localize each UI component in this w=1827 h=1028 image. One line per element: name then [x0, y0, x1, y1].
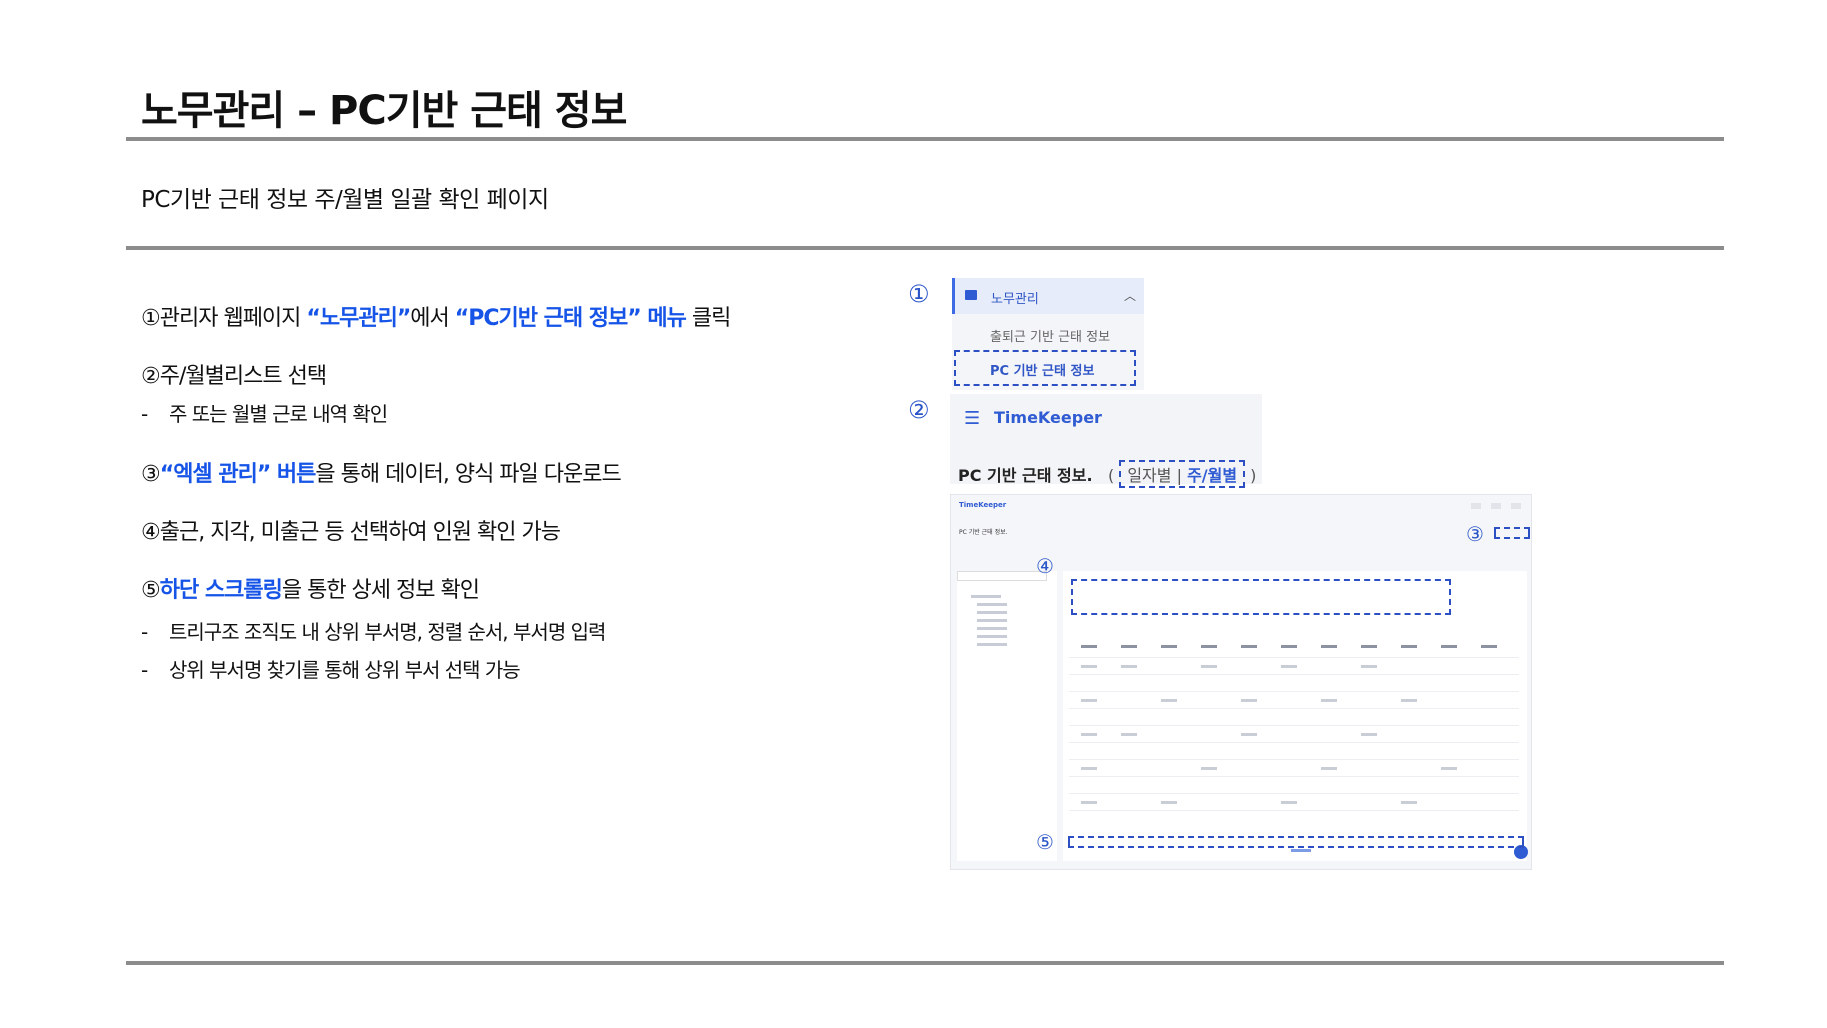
thumb-table-row: [1069, 759, 1519, 760]
screenshot-thumbnail: TimeKeeper PC 기반 근태 정보.: [950, 494, 1532, 870]
thumb-org-tree: [957, 571, 1057, 861]
page-heading: PC 기반 근태 정보.: [958, 466, 1093, 485]
thumb-tree-node: [977, 603, 1007, 606]
callout-4: ④: [1036, 554, 1054, 578]
callout-2: ②: [908, 396, 930, 424]
thumb-tool: [1511, 503, 1521, 509]
step-5: ⑤하단 스크롤링을 통한 상세 정보 확인: [141, 578, 480, 603]
step-1: ①관리자 웹페이지 “노무관리”에서 “PC기반 근태 정보” 메뉴 클릭: [141, 306, 731, 331]
tab-weekly-monthly[interactable]: 주/월별: [1187, 466, 1237, 485]
thumb-cell: [1361, 733, 1377, 736]
thumb-cell: [1161, 801, 1177, 804]
menu-panel: 노무관리 ︿ 출퇴근 기반 근태 정보 PC 기반 근태 정보: [952, 278, 1144, 390]
thumb-page-heading: PC 기반 근태 정보.: [959, 529, 1008, 536]
step-4: ④출근, 지각, 미출근 등 선택하여 인원 확인 가능: [141, 520, 561, 545]
menu-item-pc-attendance[interactable]: PC 기반 근태 정보: [990, 360, 1094, 379]
thumb-cell: [1081, 801, 1097, 804]
thumb-cell: [1201, 767, 1217, 770]
thumb-tool: [1491, 503, 1501, 509]
thumb-tree-node: [977, 619, 1007, 622]
folder-icon: [965, 290, 977, 300]
thumb-table-row: [1069, 742, 1519, 743]
thumb-cell: [1281, 801, 1297, 804]
thumb-table-row: [1069, 691, 1519, 692]
thumb-table-row: [1069, 708, 1519, 709]
thumb-table-row: [1069, 776, 1519, 777]
menu-item-commute[interactable]: 출퇴근 기반 근태 정보: [990, 326, 1110, 345]
thumb-cell: [1281, 665, 1297, 668]
page-subtitle: PC기반 근태 정보 주/월별 일괄 확인 페이지: [141, 187, 549, 213]
thumb-tool: [1471, 503, 1481, 509]
thumb-header-cell: [1481, 645, 1497, 648]
thumb-cell: [1081, 733, 1097, 736]
thumb-tree-node: [977, 627, 1007, 630]
thumb-header-cell: [1201, 645, 1217, 648]
thumb-cell: [1081, 699, 1097, 702]
hamburger-icon[interactable]: ☰: [964, 408, 980, 429]
step-5-detail-1: - 트리구조 조직도 내 상위 부서명, 정렬 순서, 부서명 입력: [141, 620, 606, 644]
thumb-cell: [1361, 665, 1377, 668]
thumb-cell: [1321, 767, 1337, 770]
brand-name: TimeKeeper: [994, 408, 1102, 427]
thumb-cell: [1201, 665, 1217, 668]
thumb-search-box: [957, 571, 1047, 581]
thumb-tree-node: [971, 595, 1001, 598]
menu-section-header[interactable]: 노무관리 ︿: [952, 278, 1144, 314]
thumb-header-cell: [1281, 645, 1297, 648]
app-bar: ☰ TimeKeeper PC 기반 근태 정보. ( 일자별 | 주/월별 ): [950, 394, 1262, 488]
thumb-cell: [1401, 699, 1417, 702]
thumb-cell: [1241, 733, 1257, 736]
thumb-cell: [1241, 699, 1257, 702]
tab-daily[interactable]: 일자별: [1127, 466, 1171, 485]
callout-3: ③: [1466, 522, 1484, 546]
thumb-table-row: [1069, 674, 1519, 675]
chevron-up-icon: ︿: [1123, 289, 1136, 303]
divider-bottom: [126, 961, 1724, 965]
thumb-cell: [1081, 767, 1097, 770]
thumb-cell: [1121, 665, 1137, 668]
thumb-table-row: [1069, 793, 1519, 794]
thumb-header-cell: [1081, 645, 1097, 648]
thumb-cell: [1441, 767, 1457, 770]
thumb-header-cell: [1241, 645, 1257, 648]
thumb-header-cell: [1161, 645, 1177, 648]
callout-1: ①: [908, 280, 930, 308]
thumb-tree-node: [977, 643, 1007, 646]
step-2: ②주/월별리스트 선택: [141, 364, 327, 389]
thumb-header-cell: [1441, 645, 1457, 648]
thumb-header-cell: [1321, 645, 1337, 648]
step-5-detail-2: - 상위 부서명 찾기를 통해 상위 부서 선택 가능: [141, 658, 521, 682]
callout-5: ⑤: [1036, 830, 1054, 854]
divider-middle: [126, 246, 1724, 250]
view-tabs: ( 일자별 | 주/월별 ): [1108, 460, 1256, 488]
thumb-cell: [1081, 665, 1097, 668]
thumb-table-row: [1069, 657, 1519, 658]
thumb-cell: [1121, 733, 1137, 736]
thumb-table-row: [1069, 725, 1519, 726]
page-title: 노무관리 – PC기반 근태 정보: [141, 88, 627, 134]
thumb-pagination: [1291, 849, 1311, 852]
thumb-cell: [1161, 699, 1177, 702]
thumb-tree-node: [977, 635, 1007, 638]
scroll-area-highlight: [1068, 836, 1524, 848]
step-2-detail: -주 또는 월별 근로 내역 확인: [141, 402, 388, 426]
thumb-brand: TimeKeeper: [959, 501, 1007, 509]
status-filter-highlight: [1071, 579, 1451, 615]
thumb-tree-node: [977, 611, 1007, 614]
thumb-header-cell: [1361, 645, 1377, 648]
thumb-cell: [1321, 699, 1337, 702]
thumb-cell: [1401, 801, 1417, 804]
thumb-table-row: [1069, 810, 1519, 811]
thumb-header-cell: [1401, 645, 1417, 648]
step-3: ③“엑셀 관리” 버튼을 통해 데이터, 양식 파일 다운로드: [141, 462, 622, 487]
thumb-header-cell: [1121, 645, 1137, 648]
menu-section-label: 노무관리: [991, 292, 1039, 307]
excel-button-highlight: [1494, 527, 1530, 539]
divider-top: [126, 137, 1724, 141]
